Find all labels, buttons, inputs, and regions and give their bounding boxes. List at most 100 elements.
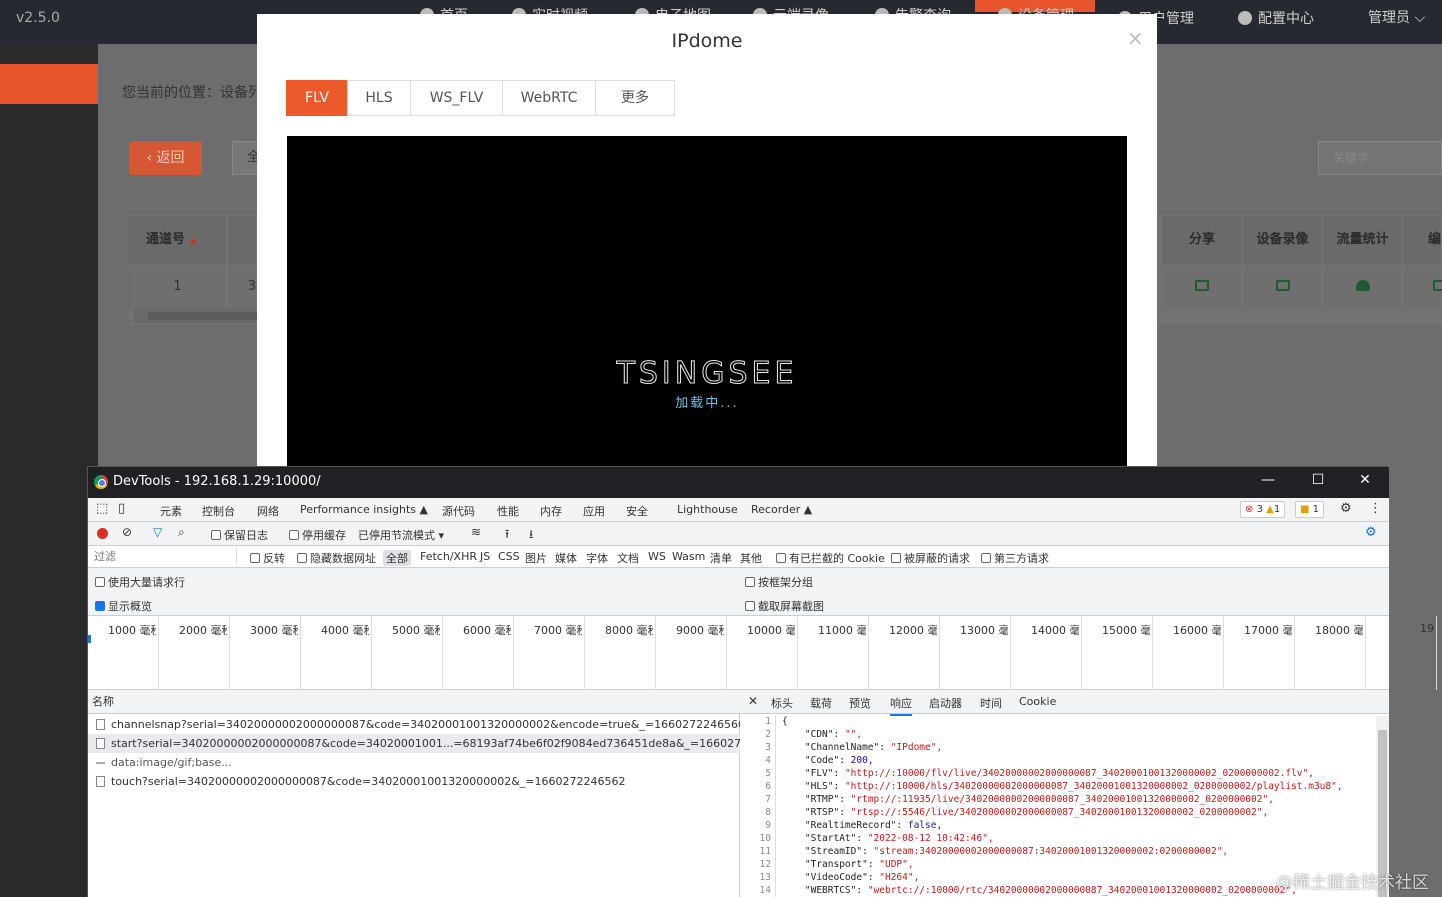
inspect-icon[interactable]: ⬚ <box>96 501 108 516</box>
filter-type-media[interactable]: 媒体 <box>555 550 577 566</box>
info-badge[interactable]: ■ 1 <box>1295 501 1325 518</box>
request-row[interactable]: channelsnap?serial=34020000002000000087&… <box>88 715 740 734</box>
timeline-tick-label: 2000 毫秒 <box>179 624 227 637</box>
blocked-cookies-checkbox[interactable]: 有已拦截的 Cookie <box>776 550 885 566</box>
tab-elements[interactable]: 元素 <box>160 503 182 519</box>
maximize-button[interactable]: ☐ <box>1308 472 1328 488</box>
request-detail: ✕ 标头 载荷 预览 响应 启动器 时间 Cookie 1 {2 "CDN": "… <box>740 690 1389 897</box>
tab-performance-insights[interactable]: Performance insights ▲ <box>300 503 428 516</box>
tab-application[interactable]: 应用 <box>583 503 605 519</box>
tab-initiator[interactable]: 启动器 <box>929 695 962 711</box>
filter-type-ws[interactable]: WS <box>648 550 666 563</box>
network-settings-icon[interactable]: ⚙ <box>1365 525 1377 540</box>
tab-console[interactable]: 控制台 <box>202 503 235 519</box>
filter-type-wasm[interactable]: Wasm <box>672 550 705 563</box>
filter-type-other[interactable]: 其他 <box>740 550 762 566</box>
timeline-tick-label: 1000 毫秒 <box>108 624 156 637</box>
request-row[interactable]: touch?serial=34020000002000000087&code=3… <box>88 772 740 791</box>
upload-icon[interactable]: ⭱ <box>505 525 509 546</box>
close-detail-icon[interactable]: ✕ <box>748 694 758 708</box>
more-vertical-icon[interactable]: ⋮ <box>1369 501 1382 516</box>
chrome-icon <box>94 475 108 489</box>
filter-type-img[interactable]: 图片 <box>525 550 547 566</box>
tab-lighthouse[interactable]: Lighthouse <box>677 503 738 516</box>
minimize-button[interactable]: — <box>1258 472 1278 488</box>
tab-preview[interactable]: 预览 <box>849 695 871 711</box>
throttling-select[interactable]: 已停用节流模式 ▾ <box>358 527 444 543</box>
disable-cache-checkbox[interactable]: 停用缓存 <box>289 527 346 543</box>
back-button[interactable]: ‹ 返回 <box>129 141 202 175</box>
settings-gear-icon[interactable]: ⚙ <box>1340 501 1352 516</box>
search-input[interactable]: 关键字 <box>1318 141 1442 175</box>
search-icon[interactable]: ⌕ <box>178 525 185 540</box>
table-scrollbar-thumb[interactable] <box>148 312 257 320</box>
show-overview-checkbox[interactable]: 显示概览 <box>95 598 152 614</box>
filter-icon[interactable]: ▽ <box>153 525 162 539</box>
tab-timing[interactable]: 时间 <box>980 695 1002 711</box>
filter-type-font[interactable]: 字体 <box>586 550 608 566</box>
close-window-button[interactable]: ✕ <box>1355 472 1375 488</box>
group-by-frame-checkbox[interactable]: 按框架分组 <box>745 574 813 590</box>
share-button[interactable] <box>1162 265 1243 309</box>
column-header-channel[interactable]: 通道号 ▲ <box>129 216 227 264</box>
request-row-selected[interactable]: start?serial=34020000002000000087&code=3… <box>88 734 740 753</box>
response-line: "RealtimeRecord": false, <box>804 820 943 831</box>
tab-hls[interactable]: HLS <box>347 80 411 116</box>
record-button[interactable] <box>1243 265 1323 309</box>
table-cell-2: 3 <box>228 265 257 309</box>
response-line: "WEBRTCS": "webrtc://:10000/rtc/34020000… <box>804 885 1297 896</box>
clear-icon[interactable]: ⊘ <box>122 525 132 539</box>
line-number: 10 <box>740 833 776 846</box>
tab-response[interactable]: 响应 <box>890 695 912 716</box>
filter-input[interactable]: 过滤 <box>92 548 237 565</box>
invert-checkbox[interactable]: 反转 <box>250 550 285 566</box>
file-icon <box>96 776 105 787</box>
edit-icon <box>1433 280 1442 291</box>
edit-button[interactable] <box>1403 265 1442 309</box>
tab-headers[interactable]: 标头 <box>771 695 793 711</box>
close-icon[interactable]: × <box>1127 26 1144 50</box>
filter-type-manifest[interactable]: 清单 <box>710 550 732 566</box>
tab-more[interactable]: 更多 <box>595 80 675 116</box>
response-line: "RTSP": "rtsp://:5546/live/3402000000200… <box>804 807 1269 818</box>
tab-recorder[interactable]: Recorder ▲ <box>751 503 812 516</box>
blocked-requests-checkbox[interactable]: 被屏蔽的请求 <box>891 550 970 566</box>
record-icon[interactable] <box>97 528 108 539</box>
filter-type-all[interactable]: 全部 <box>383 550 411 566</box>
sidebar-active-item[interactable] <box>0 64 98 104</box>
tab-cookies[interactable]: Cookie <box>1019 695 1056 708</box>
request-row[interactable]: data:image/gif;base... <box>88 753 740 772</box>
preserve-log-checkbox[interactable]: 保留日志 <box>211 527 268 543</box>
network-overview-timeline[interactable]: 1000 毫秒 2000 毫秒 3000 毫秒 4000 毫秒 5000 毫秒 6000 … <box>88 616 1437 690</box>
tab-sources[interactable]: 源代码 <box>442 503 475 519</box>
stats-button[interactable] <box>1323 265 1403 309</box>
share-icon <box>1195 280 1209 291</box>
tab-ws-flv[interactable]: WS_FLV <box>410 80 503 116</box>
filter-type-js[interactable]: JS <box>480 550 490 563</box>
issues-badge[interactable]: ⊗ 3 ▲1 <box>1240 501 1286 518</box>
hide-data-urls-checkbox[interactable]: 隐藏数据网址 <box>297 550 376 566</box>
tab-network[interactable]: 网络 <box>257 503 279 524</box>
request-list: 名称 channelsnap?serial=340200000020000000… <box>88 690 740 897</box>
tab-memory[interactable]: 内存 <box>540 503 562 519</box>
tab-webrtc[interactable]: WebRTC <box>502 80 596 116</box>
device-toggle-icon[interactable]: ▯ <box>118 501 125 516</box>
capture-screenshots-checkbox[interactable]: 截取屏幕截图 <box>745 598 824 614</box>
nav-item-config[interactable]: 配置中心 <box>1238 8 1314 28</box>
sidebar <box>0 44 98 897</box>
video-player[interactable]: TSINGSEE 加载中... <box>287 136 1127 466</box>
user-menu[interactable]: 管理员 ⌵ <box>1368 7 1425 27</box>
tab-flv[interactable]: FLV <box>286 80 348 116</box>
filter-type-css[interactable]: CSS <box>498 550 520 563</box>
filter-type-doc[interactable]: 文档 <box>617 550 639 566</box>
wifi-icon[interactable]: ≋ <box>471 525 481 539</box>
download-icon[interactable]: ⭳ <box>529 525 533 546</box>
tab-security[interactable]: 安全 <box>626 503 648 519</box>
filter-type-xhr[interactable]: Fetch/XHR <box>420 550 477 563</box>
column-header-name[interactable]: 名称 <box>88 690 740 714</box>
third-party-checkbox[interactable]: 第三方请求 <box>981 550 1049 566</box>
tab-performance[interactable]: 性能 <box>497 503 519 519</box>
tab-payload[interactable]: 载荷 <box>810 695 832 711</box>
timeline-tick-label: 11000 毫秒 <box>818 624 866 637</box>
large-rows-checkbox[interactable]: 使用大量请求行 <box>95 574 185 590</box>
